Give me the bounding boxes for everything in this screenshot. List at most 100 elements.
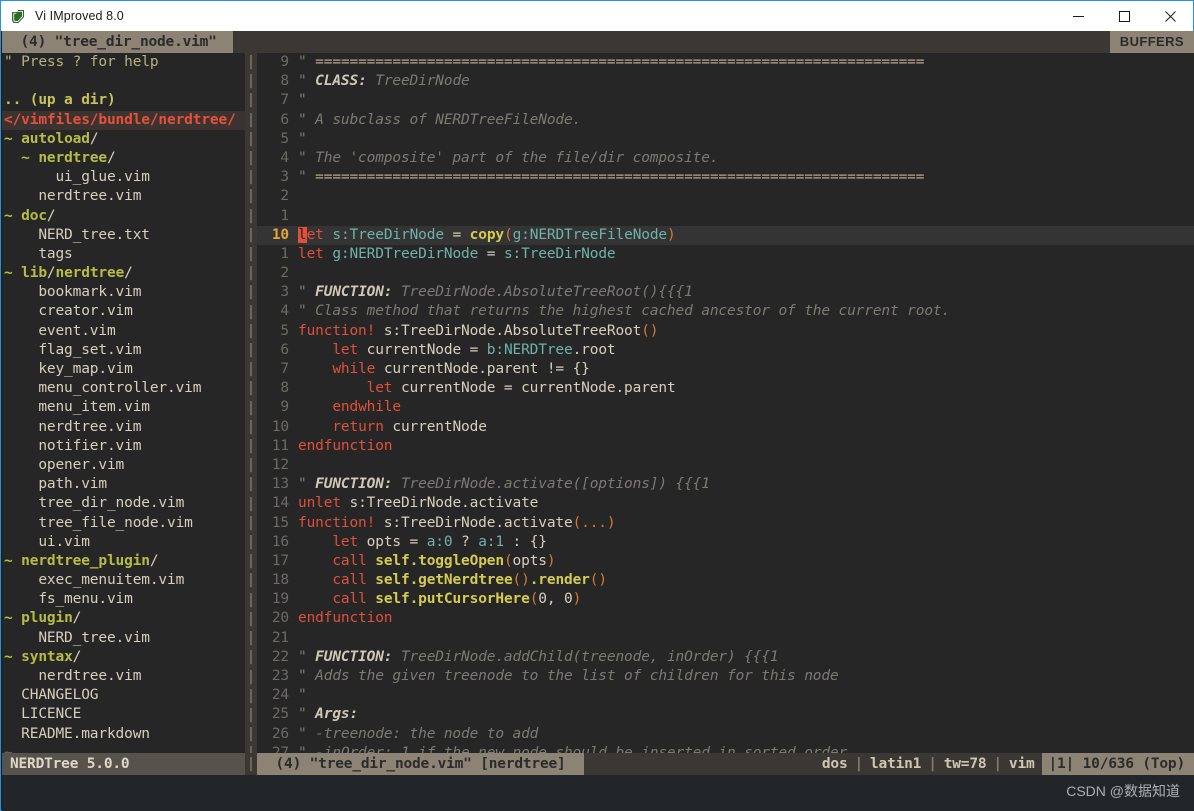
code-line[interactable]: 18 call self.getNerdtree().render(): [257, 571, 1194, 590]
line-number: 12: [271, 456, 289, 473]
code-line[interactable]: 21: [257, 629, 1194, 648]
code-line[interactable]: 15 function! s:TreeDirNode.activate(...): [257, 514, 1194, 533]
code-line[interactable]: 9 endwhile: [257, 398, 1194, 417]
code-pane[interactable]: 9 " =====================================…: [257, 53, 1194, 753]
line-text: " CLASS: TreeDirNode: [298, 73, 470, 90]
code-line[interactable]: 6 " A subclass of NERDTreeFileNode.: [257, 111, 1194, 130]
nerdtree-file-item[interactable]: nerdtree.vim: [2, 187, 245, 206]
nerdtree-dir-item[interactable]: ~ nerdtree_plugin/: [2, 552, 245, 571]
nerdtree-file-item[interactable]: tree_file_node.vim: [2, 514, 245, 533]
statusline-filename: (4) "tree_dir_node.vim" [nerdtree]: [257, 753, 585, 775]
code-line-current[interactable]: 10 let s:TreeDirNode = copy(g:NERDTreeFil…: [257, 225, 1194, 245]
nerdtree-file-item[interactable]: event.vim: [2, 322, 245, 341]
code-line[interactable]: 2: [257, 187, 1194, 206]
line-text: endwhile: [332, 399, 401, 416]
tab-tree-dir-node[interactable]: (4) "tree_dir_node.vim": [2, 31, 234, 53]
nerdtree-file-item[interactable]: flag_set.vim: [2, 341, 245, 360]
statusline-encoding: latin1: [870, 756, 922, 772]
nerdtree-file-item[interactable]: fs_menu.vim: [2, 590, 245, 609]
line-text: let currentNode = b:NERDTree.root: [332, 341, 616, 358]
code-line[interactable]: 7 ": [257, 91, 1194, 110]
nerdtree-dir-item[interactable]: ~ lib/nerdtree/: [2, 264, 245, 283]
line-text: ": [298, 687, 307, 704]
nerdtree-file-item[interactable]: opener.vim: [2, 456, 245, 475]
code-line[interactable]: 22 " FUNCTION: TreeDirNode.addChild(treen…: [257, 648, 1194, 667]
nerdtree-dir-item[interactable]: ~ plugin/: [2, 609, 245, 628]
nerdtree-file-item[interactable]: menu_controller.vim: [2, 379, 245, 398]
nerdtree-dir-item[interactable]: ~ syntax/: [2, 648, 245, 667]
nerdtree-file-item[interactable]: path.vim: [2, 475, 245, 494]
maximize-icon[interactable]: [1101, 1, 1147, 31]
nerdtree-dir-item[interactable]: ~ autoload/: [2, 130, 245, 149]
nerdtree-file-item[interactable]: bookmark.vim: [2, 283, 245, 302]
nerdtree-file-item[interactable]: ui.vim: [2, 533, 245, 552]
code-line[interactable]: 1 let g:NERDTreeDirNode = s:TreeDirNode: [257, 245, 1194, 264]
nerdtree-file-item[interactable]: README.markdown: [2, 725, 245, 744]
nerdtree-file-item[interactable]: ui_glue.vim: [2, 168, 245, 187]
nerdtree-file-item[interactable]: CHANGELOG: [2, 686, 245, 705]
code-line[interactable]: 1: [257, 207, 1194, 226]
code-line[interactable]: 17 call self.toggleOpen(opts): [257, 552, 1194, 571]
nerdtree-file-item[interactable]: nerdtree.vim: [2, 418, 245, 437]
line-number: 2: [280, 265, 289, 282]
code-line[interactable]: 11 endfunction: [257, 437, 1194, 456]
nerdtree-file-item[interactable]: notifier.vim: [2, 437, 245, 456]
nerdtree-up-a-dir[interactable]: .. (up a dir): [2, 91, 245, 110]
code-line[interactable]: 4 " Class method that returns the highest…: [257, 302, 1194, 321]
code-line[interactable]: 26 " -treenode: the node to add: [257, 725, 1194, 744]
nerdtree-file-item[interactable]: exec_menuitem.vim: [2, 571, 245, 590]
line-number: 6: [280, 111, 289, 128]
code-line[interactable]: 12: [257, 456, 1194, 475]
code-line[interactable]: 8 " CLASS: TreeDirNode: [257, 72, 1194, 91]
nerdtree-pane[interactable]: " Press ? for help .. (up a dir) </vimfil…: [2, 53, 245, 753]
code-line[interactable]: 6 let currentNode = b:NERDTree.root: [257, 341, 1194, 360]
line-text: let g:NERDTreeDirNode = s:TreeDirNode: [298, 245, 616, 262]
line-number: 16: [271, 533, 289, 550]
nerdtree-file-item[interactable]: LICENCE: [2, 705, 245, 724]
code-line[interactable]: 27 " -inOrder: 1 if the new node should b…: [257, 744, 1194, 753]
code-line[interactable]: 8 let currentNode = currentNode.parent: [257, 379, 1194, 398]
code-line[interactable]: 20 endfunction: [257, 609, 1194, 628]
code-line[interactable]: 5 ": [257, 130, 1194, 149]
line-number: 20: [271, 610, 289, 627]
nerdtree-file-item[interactable]: creator.vim: [2, 302, 245, 321]
code-line[interactable]: 16 let opts = a:0 ? a:1 : {}: [257, 533, 1194, 552]
nerdtree-file-item[interactable]: tree_dir_node.vim: [2, 494, 245, 513]
code-line[interactable]: 3 " =====================================…: [257, 168, 1194, 187]
nerdtree-root-path[interactable]: </vimfiles/bundle/nerdtree/: [2, 110, 245, 130]
code-line[interactable]: 10 return currentNode: [257, 418, 1194, 437]
code-line[interactable]: 14 unlet s:TreeDirNode.activate: [257, 494, 1194, 513]
code-line[interactable]: 25 " Args:: [257, 705, 1194, 724]
code-line[interactable]: 23 " Adds the given treenode to the list …: [257, 667, 1194, 686]
nerdtree-file-item[interactable]: NERD_tree.txt: [2, 226, 245, 245]
minimize-icon[interactable]: [1055, 1, 1101, 31]
code-line[interactable]: 9 " =====================================…: [257, 53, 1194, 72]
nerdtree-dir-item[interactable]: ~ doc/: [2, 207, 245, 226]
line-number: 11: [271, 437, 289, 454]
statusline-split-separator: |: [245, 753, 257, 775]
close-icon[interactable]: [1147, 1, 1193, 31]
vertical-split-separator[interactable]: | | | | | | | | | | | | | | | | | | | | …: [245, 53, 257, 753]
code-line[interactable]: 5 function! s:TreeDirNode.AbsoluteTreeRoo…: [257, 322, 1194, 341]
line-number: 5: [280, 322, 289, 339]
nerdtree-file-item[interactable]: nerdtree.vim: [2, 667, 245, 686]
code-line[interactable]: 2: [257, 264, 1194, 283]
nerdtree-file-item[interactable]: [2, 72, 245, 91]
nerdtree-file-item[interactable]: menu_item.vim: [2, 398, 245, 417]
nerdtree-file-item[interactable]: tags: [2, 245, 245, 264]
code-line[interactable]: 4 " The 'composite' part of the file/dir …: [257, 149, 1194, 168]
buffers-label[interactable]: BUFFERS: [1109, 31, 1194, 53]
line-number: 2: [280, 188, 289, 205]
code-line[interactable]: 3 " FUNCTION: TreeDirNode.AbsoluteTreeRoo…: [257, 283, 1194, 302]
code-line[interactable]: 7 while currentNode.parent != {}: [257, 360, 1194, 379]
line-number: 17: [271, 552, 289, 569]
code-line[interactable]: 19 call self.putCursorHere(0, 0): [257, 590, 1194, 609]
code-line[interactable]: 24 ": [257, 686, 1194, 705]
vim-application-window: Vi IMproved 8.0 (4) "tree_dir_node.vim" …: [0, 0, 1194, 811]
nerdtree-file-item[interactable]: key_map.vim: [2, 360, 245, 379]
nerdtree-file-item[interactable]: NERD_tree.vim: [2, 629, 245, 648]
line-text: [289, 207, 1194, 226]
nerdtree-dir-item[interactable]: ~ nerdtree/: [2, 149, 245, 168]
line-text: " A subclass of NERDTreeFileNode.: [298, 111, 582, 128]
code-line[interactable]: 13 " FUNCTION: TreeDirNode.activate([opti…: [257, 475, 1194, 494]
